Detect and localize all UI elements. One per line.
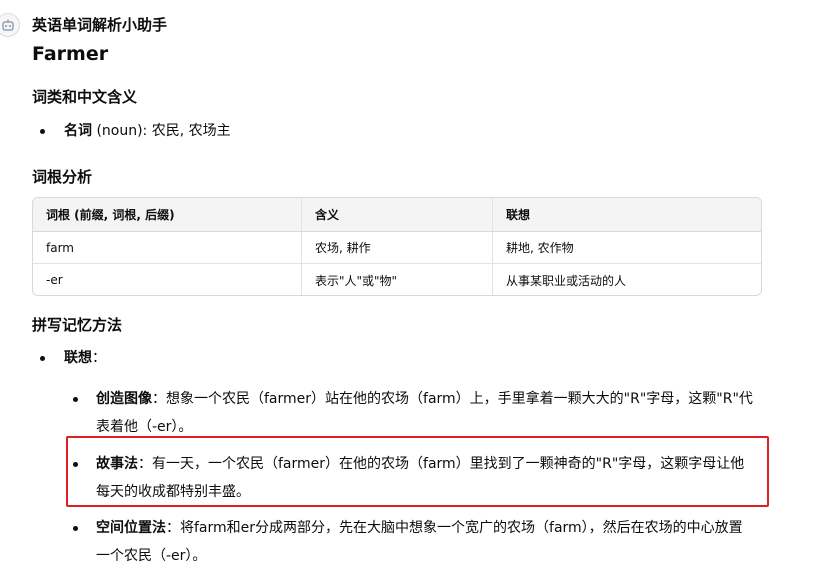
bullet-icon — [73, 397, 78, 402]
word-title: Farmer — [32, 43, 109, 65]
table-row: farm 农场, 耕作 耕地, 农作物 — [33, 232, 761, 264]
highlight-box — [66, 436, 769, 507]
memory-item-label: 创造图像 — [96, 391, 152, 407]
table-cell: 从事某职业或活动的人 — [506, 273, 627, 288]
table-header-cell: 含义 — [302, 198, 493, 231]
table-cell: 表示"人"或"物" — [302, 264, 493, 295]
pos-text: (noun): 农民, 农场主 — [92, 123, 231, 139]
pos-heading: 词类和中文含义 — [32, 88, 138, 106]
table-header-row: 词根 (前缀, 词根, 后缀) 含义 联想 — [33, 198, 761, 232]
memory-item-text: ：想象一个农民（farmer）站在他的农场（farm）上，手里拿着一颗大大的"R… — [96, 391, 753, 435]
robot-face-icon — [0, 13, 20, 37]
bullet-icon — [40, 356, 45, 361]
table-cell: 农场, 耕作 — [302, 232, 493, 263]
table-header-cell: 词根 (前缀, 词根, 后缀) — [33, 198, 302, 231]
table-cell: farm — [33, 232, 302, 263]
pos-label: 名词 — [64, 123, 92, 139]
table-header-cell: 联想 — [506, 208, 531, 222]
table-cell: -er — [33, 264, 302, 295]
bullet-icon — [40, 129, 45, 134]
memory-item-image: 创造图像：想象一个农民（farmer）站在他的农场（farm）上，手里拿着一颗大… — [96, 385, 756, 441]
bullet-icon — [73, 526, 78, 531]
association-item: 联想： — [64, 347, 106, 369]
table-cell: 耕地, 农作物 — [506, 241, 574, 255]
assistant-name: 英语单词解析小助手 — [32, 16, 168, 34]
table-row: -er 表示"人"或"物" 从事某职业或活动的人 — [33, 264, 761, 295]
association-colon: ： — [92, 350, 106, 366]
memory-item-spatial: 空间位置法：将farm和er分成两部分，先在大脑中想象一个宽广的农场（farm）… — [96, 514, 756, 570]
root-heading: 词根分析 — [32, 168, 93, 186]
root-table: 词根 (前缀, 词根, 后缀) 含义 联想 farm 农场, 耕作 耕地, 农作… — [32, 197, 762, 296]
chat-response: 英语单词解析小助手 Farmer 词类和中文含义 名词 (noun): 农民, … — [0, 0, 831, 574]
memory-item-text: ：将farm和er分成两部分，先在大脑中想象一个宽广的农场（farm），然后在农… — [96, 520, 743, 564]
pos-item: 名词 (noun): 农民, 农场主 — [64, 120, 231, 142]
association-label: 联想 — [64, 350, 92, 366]
memory-item-label: 空间位置法 — [96, 520, 166, 536]
memory-heading: 拼写记忆方法 — [32, 316, 123, 334]
